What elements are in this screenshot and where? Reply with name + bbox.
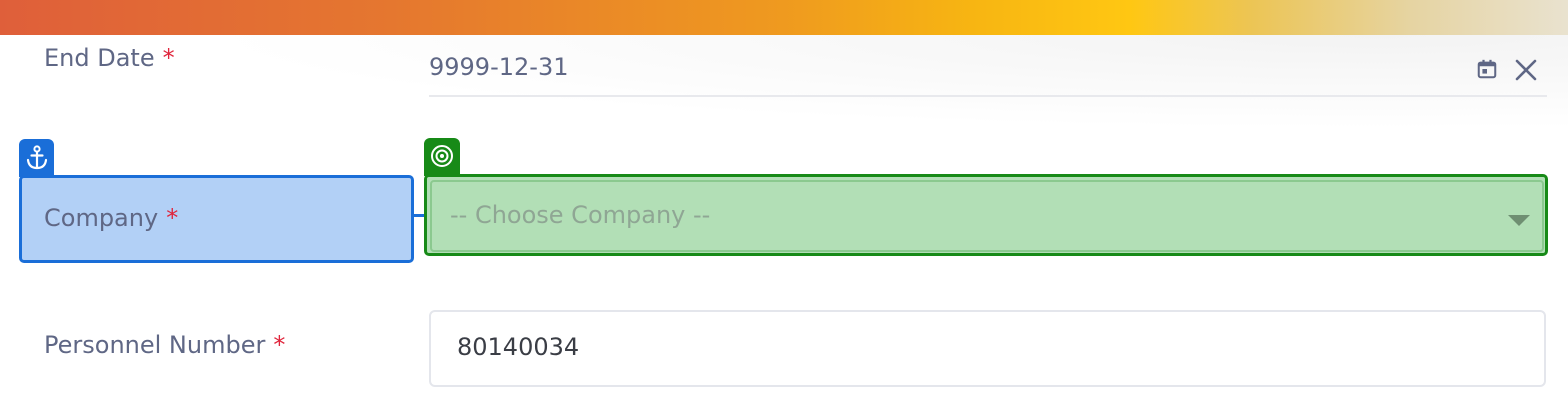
company-select[interactable]: -- Choose Company -- — [430, 180, 1544, 252]
target-icon — [431, 145, 453, 167]
caret-down-icon[interactable] — [1508, 212, 1530, 231]
anchor-icon — [26, 145, 48, 170]
required-mark: * — [166, 204, 179, 232]
required-mark: * — [273, 331, 286, 359]
company-select-placeholder[interactable]: -- Choose Company -- — [450, 201, 710, 229]
top-gradient-bar — [0, 0, 1568, 35]
company-label-highlight: Company * — [19, 175, 414, 263]
end-date-label: End Date * — [44, 44, 175, 72]
company-select-highlight: -- Choose Company -- — [424, 174, 1548, 256]
calendar-icon[interactable] — [1476, 58, 1498, 80]
anchor-tab — [19, 139, 54, 177]
personnel-number-input[interactable]: 80140034 — [429, 310, 1546, 387]
personnel-number-label: Personnel Number * — [44, 331, 285, 359]
close-icon[interactable] — [1513, 57, 1539, 83]
end-date-value[interactable]: 9999-12-31 — [429, 53, 568, 81]
target-tab — [424, 138, 460, 176]
end-date-label-text: End Date — [44, 44, 155, 72]
personnel-number-value[interactable]: 80140034 — [457, 333, 579, 361]
company-label-text: Company — [44, 204, 159, 232]
personnel-number-label-text: Personnel Number — [44, 331, 266, 359]
company-label: Company * — [44, 204, 178, 232]
end-date-field[interactable]: 9999-12-31 — [429, 48, 1547, 97]
required-mark: * — [162, 44, 175, 72]
